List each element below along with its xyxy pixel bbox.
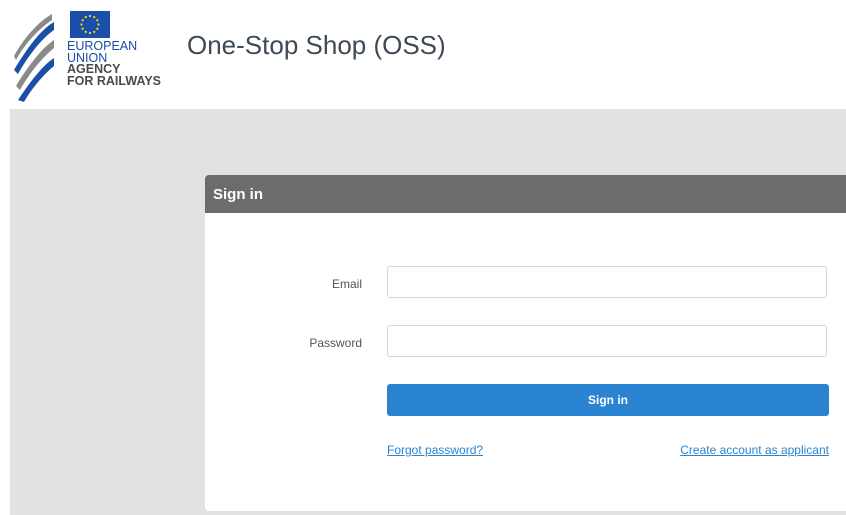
- eu-star-icon: [93, 16, 96, 19]
- eu-star-icon: [84, 30, 87, 33]
- eu-star-icon: [80, 23, 83, 26]
- logo-wordmark: EUROPEAN UNION AGENCY FOR RAILWAYS: [67, 40, 161, 88]
- signin-panel-header: Sign in: [205, 175, 846, 213]
- eu-star-icon: [81, 19, 84, 22]
- signin-panel-title: Sign in: [213, 186, 263, 203]
- eu-star-icon: [97, 23, 100, 26]
- logo-line-railways: FOR RAILWAYS: [67, 73, 161, 88]
- page-title: One-Stop Shop (OSS): [187, 30, 446, 60]
- eu-flag-icon: [70, 11, 110, 38]
- eu-star-icon: [84, 16, 87, 19]
- eu-star-icon: [88, 31, 92, 35]
- eu-star-icon: [81, 27, 84, 30]
- eu-star-icon: [93, 30, 96, 33]
- signin-panel: Sign in Email Password Sign in Forgot pa…: [205, 175, 846, 511]
- password-field[interactable]: [387, 325, 827, 357]
- era-logo[interactable]: EUROPEAN UNION AGENCY FOR RAILWAYS: [12, 8, 172, 104]
- eu-star-icon: [96, 19, 99, 22]
- signin-button[interactable]: Sign in: [387, 384, 829, 416]
- forgot-password-link[interactable]: Forgot password?: [387, 443, 483, 457]
- email-field[interactable]: [387, 266, 827, 298]
- email-label: Email: [331, 277, 362, 291]
- eu-star-icon: [88, 14, 92, 18]
- page-header: EUROPEAN UNION AGENCY FOR RAILWAYS One-S…: [0, 0, 846, 108]
- eu-star-icon: [96, 27, 99, 30]
- create-account-link[interactable]: Create account as applicant: [680, 443, 829, 457]
- password-label: Password: [309, 336, 362, 350]
